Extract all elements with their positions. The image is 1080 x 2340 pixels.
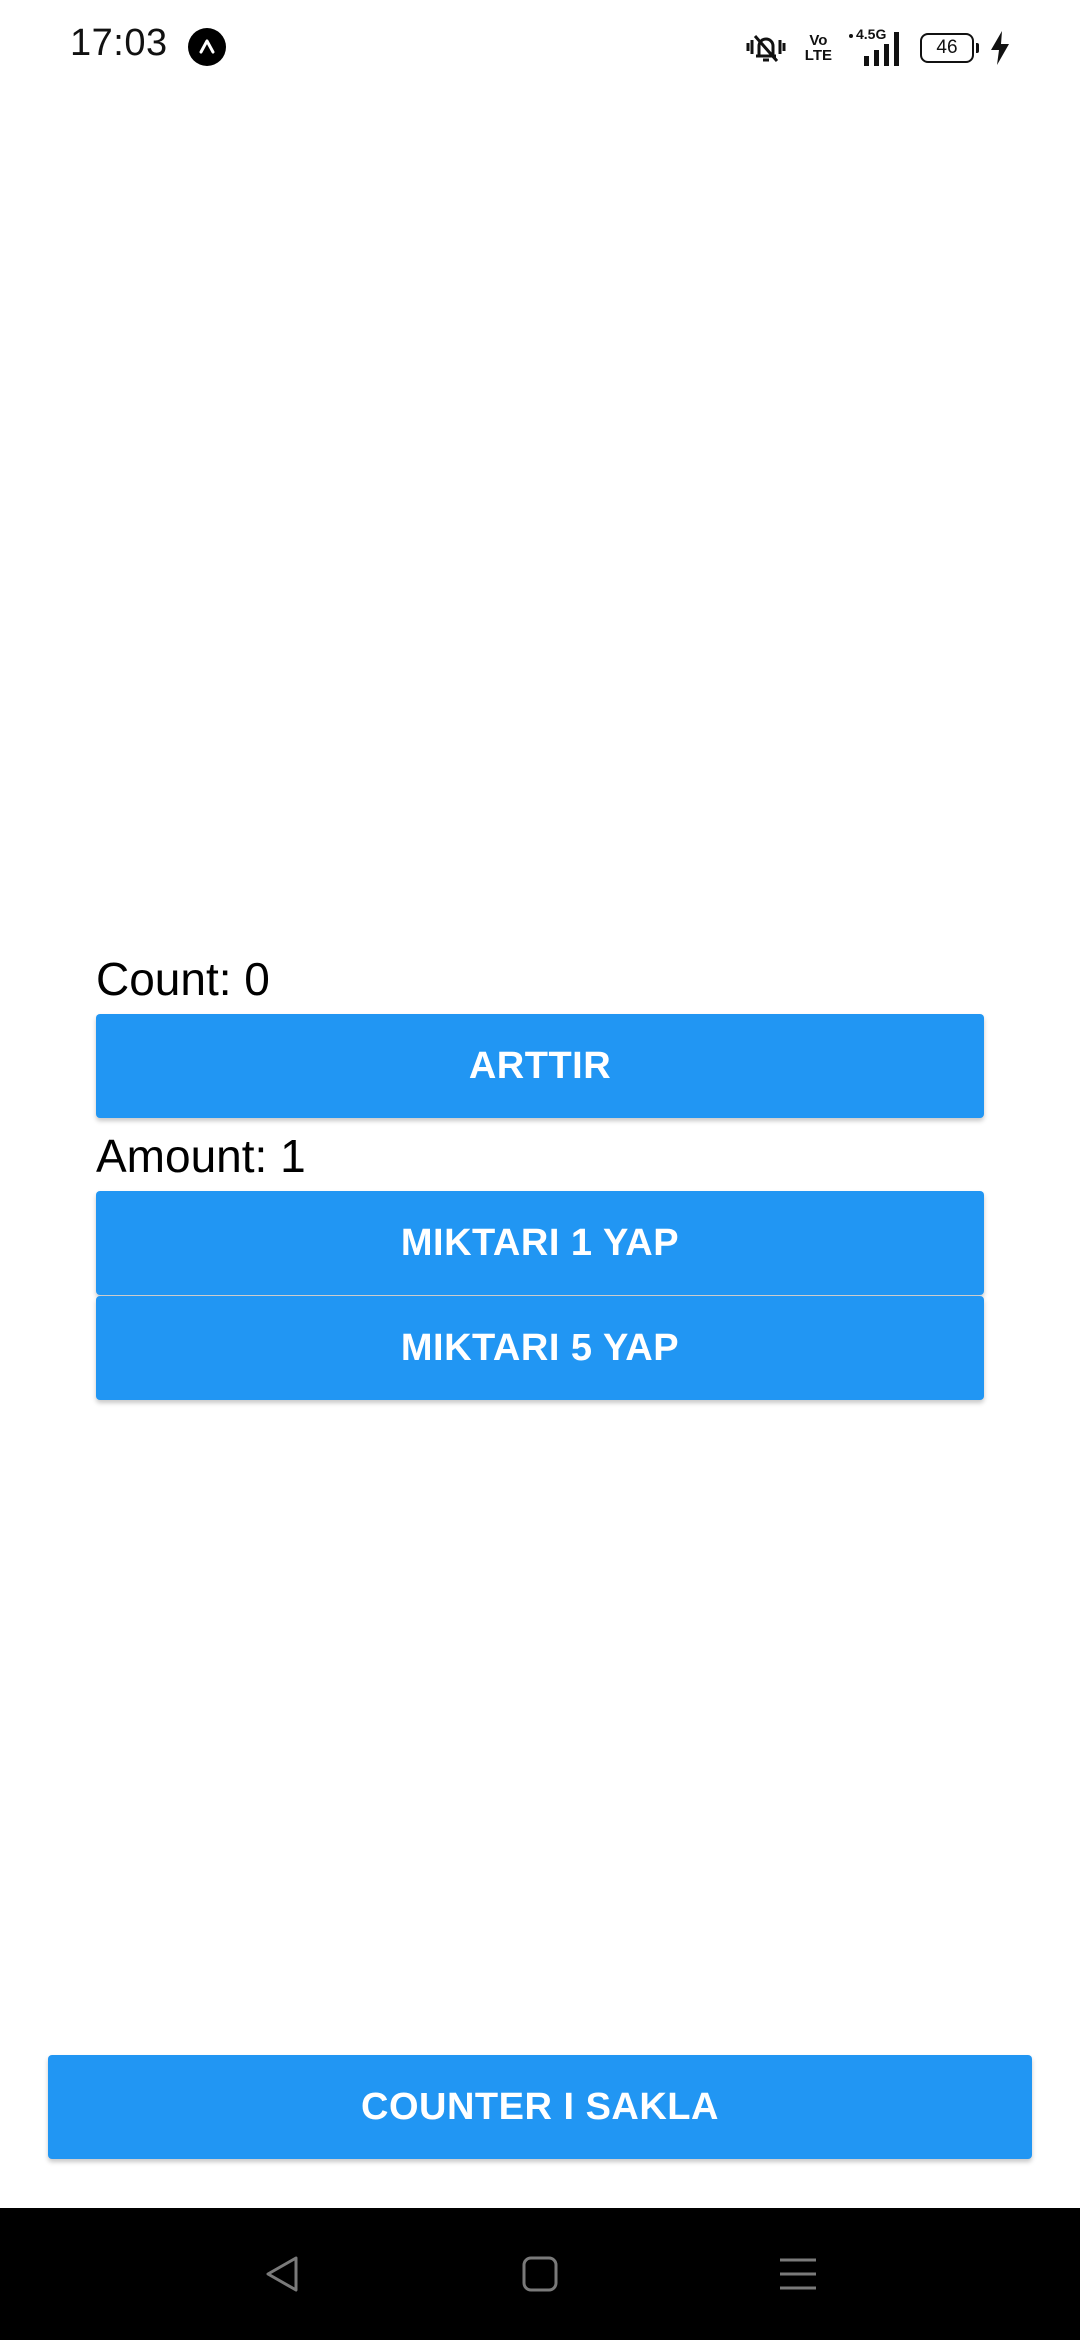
status-time: 17:03 xyxy=(70,22,168,64)
menu-icon[interactable] xyxy=(772,2248,824,2300)
volte-top-text: Vo xyxy=(809,32,828,49)
set-amount-1-button[interactable]: MIKTARI 1 YAP xyxy=(96,1191,984,1295)
home-icon[interactable] xyxy=(514,2248,566,2300)
back-icon[interactable] xyxy=(256,2248,308,2300)
status-icons: Vo LTE 4.5G 46 xyxy=(743,26,1010,68)
mute-vibrate-icon xyxy=(743,30,789,66)
battery-icon: 46 xyxy=(920,33,979,63)
amount-label: Amount: 1 xyxy=(96,1130,306,1182)
battery-level: 46 xyxy=(936,37,958,58)
signal-icon: 4.5G xyxy=(848,26,904,68)
navigation-bar xyxy=(0,2208,1080,2340)
hide-counter-button[interactable]: COUNTER I SAKLA xyxy=(48,2055,1032,2159)
count-label: Count: 0 xyxy=(96,953,270,1005)
increment-button[interactable]: ARTTIR xyxy=(96,1014,984,1118)
app-notification-icon xyxy=(188,28,226,66)
volte-icon: Vo LTE xyxy=(805,33,832,63)
volte-bottom-text: LTE xyxy=(804,47,832,64)
set-amount-5-button[interactable]: MIKTARI 5 YAP xyxy=(96,1296,984,1400)
status-bar: 17:03 Vo LTE 4.5G 46 xyxy=(0,0,1080,96)
charging-icon xyxy=(990,31,1010,65)
